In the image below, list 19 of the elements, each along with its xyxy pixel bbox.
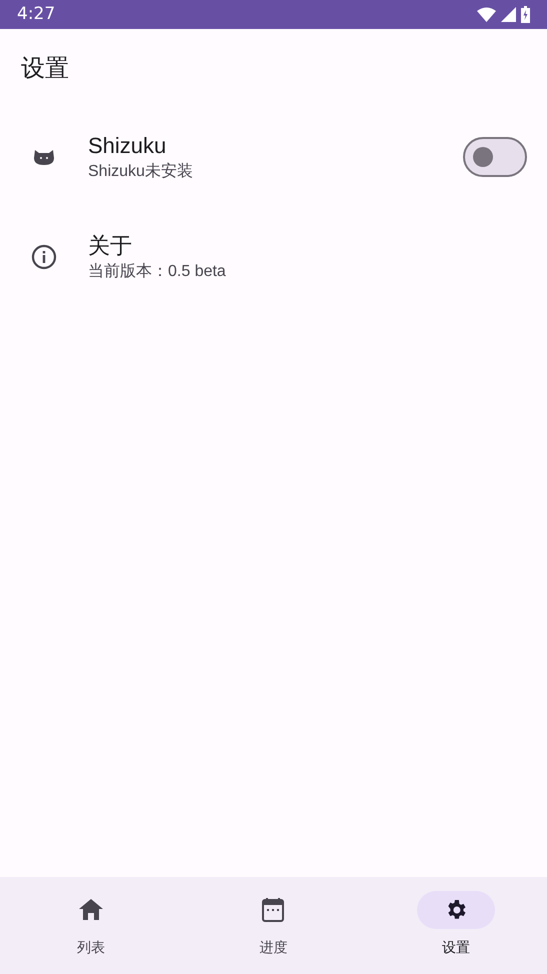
signal-icon [501,7,516,22]
setting-subtitle: 当前版本：0.5 beta [88,262,227,282]
calendar-icon [262,898,284,922]
nav-tab[interactable]: 进度 [182,877,365,974]
setting-subtitle: Shizuku未安装 [88,162,194,182]
cat-icon [33,148,55,166]
info-icon [31,244,57,270]
status-time: 4:27 [17,2,56,26]
settings-item[interactable]: Shizuku Shizuku未安装 [0,107,547,207]
wifi-icon [477,7,496,22]
page-title: 设置 [21,54,70,84]
settings-item[interactable]: 关于 当前版本：0.5 beta [0,207,547,307]
toggle-switch[interactable] [463,137,527,177]
battery-icon [521,6,530,23]
nav-tab[interactable]: 设置 [364,877,547,974]
setting-title: Shizuku [88,132,168,160]
home-icon [79,899,104,921]
setting-title: 关于 [88,232,133,260]
nav-tab[interactable]: 列表 [0,877,182,974]
